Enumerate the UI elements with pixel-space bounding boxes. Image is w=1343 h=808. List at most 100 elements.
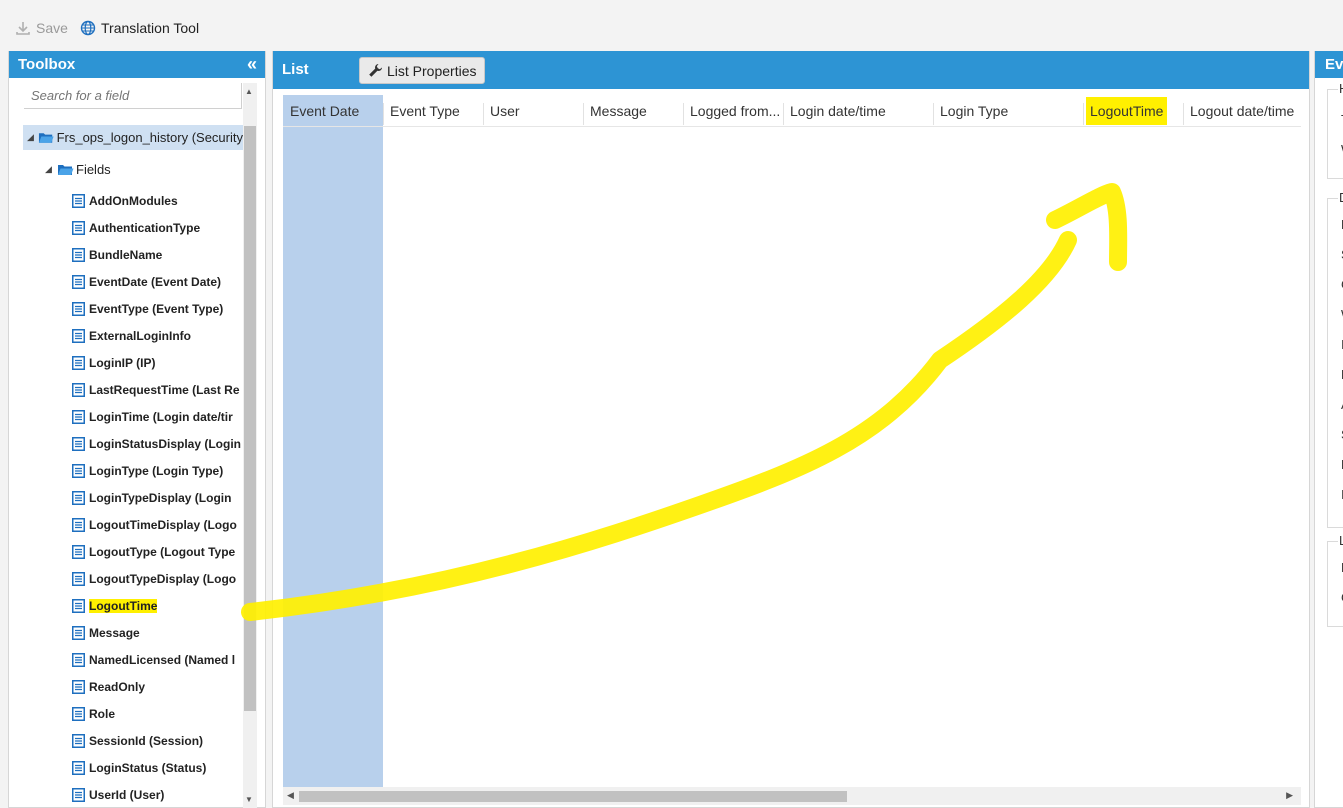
list-horizontal-scrollbar[interactable]: ◀ ▶: [283, 787, 1301, 805]
tree-field-item[interactable]: LastRequestTime (Last Re: [72, 379, 240, 401]
save-button[interactable]: Save: [15, 20, 68, 36]
tree-field-item[interactable]: UserId (User): [72, 784, 164, 806]
tree-field-item[interactable]: LoginTypeDisplay (Login: [72, 487, 231, 509]
column-separator[interactable]: [783, 103, 784, 125]
column-header[interactable]: Event Date: [283, 95, 383, 127]
folder-open-icon: [39, 133, 55, 143]
grid-column-header: Event Date Event Type User Message Logged fr…: [283, 95, 1301, 127]
tree-field-label: AuthenticationType: [89, 221, 201, 235]
list-panel: List List Properties Event Date Event Typ…: [272, 51, 1310, 808]
column-separator[interactable]: [933, 103, 934, 125]
field-document-icon: [72, 194, 85, 208]
column-separator[interactable]: [683, 103, 684, 125]
list-properties-label: List Properties: [387, 62, 477, 79]
column-header[interactable]: Logout date/time: [1183, 95, 1301, 127]
tree-field-item[interactable]: LogoutTime: [72, 595, 158, 617]
tree-field-item[interactable]: EventDate (Event Date): [72, 271, 221, 293]
column-header[interactable]: Login date/time: [783, 95, 933, 127]
fieldset-group-1: H TW: [1327, 81, 1343, 179]
column-header-label: LogoutTime: [1086, 97, 1168, 125]
tree-field-label: AddOnModules: [89, 194, 178, 208]
tree-root-node[interactable]: ◢ Frs_ops_logon_history (Security: [23, 125, 243, 150]
field-document-icon: [72, 302, 85, 316]
scrollbar-thumb[interactable]: [299, 791, 847, 802]
event-properties-panel: Ev H TW D FSGWIrHASRIr L HG: [1314, 51, 1343, 808]
tree-field-item[interactable]: LoginTime (Login date/tir: [72, 406, 233, 428]
tree-field-item[interactable]: SessionId (Session): [72, 730, 203, 752]
tree-field-item[interactable]: Role: [72, 703, 115, 725]
column-header-label: User: [490, 103, 520, 119]
field-document-icon: [72, 491, 85, 505]
tree-root-label: Frs_ops_logon_history (Security: [56, 130, 243, 145]
scroll-down-arrow-icon[interactable]: ▼: [245, 795, 253, 804]
tree-field-item[interactable]: ExternalLoginInfo: [72, 325, 191, 347]
column-header-label: Event Type: [390, 103, 460, 119]
field-document-icon: [72, 599, 85, 613]
top-toolbar: Save Translation Tool: [0, 0, 1343, 48]
scrollbar-thumb[interactable]: [244, 126, 256, 711]
tree-field-label: ExternalLoginInfo: [89, 329, 191, 343]
tree-field-item[interactable]: LogoutTimeDisplay (Logo: [72, 514, 237, 536]
expand-triangle-icon[interactable]: ◢: [27, 132, 36, 143]
list-properties-button[interactable]: List Properties: [359, 57, 486, 84]
translation-tool-button[interactable]: Translation Tool: [80, 20, 199, 36]
tree-field-item[interactable]: LogoutTypeDisplay (Logo: [72, 568, 236, 590]
fieldset-group-3: L HG: [1327, 533, 1343, 627]
tree-field-label: EventType (Event Type): [89, 302, 224, 316]
column-header[interactable]: Event Type: [383, 95, 483, 127]
tree-field-item[interactable]: BundleName: [72, 244, 162, 266]
field-document-icon: [72, 221, 85, 235]
folder-open-icon: [58, 164, 74, 175]
expand-triangle-icon[interactable]: ◢: [45, 164, 55, 175]
list-title: List: [282, 61, 309, 78]
column-separator[interactable]: [1083, 103, 1084, 125]
column-header-label: Message: [590, 103, 647, 119]
field-document-icon: [72, 788, 85, 802]
column-separator[interactable]: [383, 103, 384, 125]
column-header[interactable]: Login Type: [933, 95, 1083, 127]
scroll-left-arrow-icon[interactable]: ◀: [287, 790, 294, 801]
toolbox-vertical-scrollbar[interactable]: ▲ ▼: [243, 83, 257, 808]
column-separator[interactable]: [483, 103, 484, 125]
tree-field-label: NamedLicensed (Named l: [89, 653, 236, 667]
column-separator[interactable]: [583, 103, 584, 125]
translation-tool-label: Translation Tool: [101, 20, 200, 36]
scroll-right-arrow-icon[interactable]: ▶: [1286, 790, 1293, 801]
tree-field-item[interactable]: LogoutType (Logout Type: [72, 541, 235, 563]
column-separator[interactable]: [1183, 103, 1184, 125]
scroll-up-arrow-icon[interactable]: ▲: [245, 87, 253, 96]
column-header-label: Login date/time: [790, 103, 886, 119]
column-header[interactable]: Message: [583, 95, 683, 127]
tree-field-item[interactable]: ReadOnly: [72, 676, 145, 698]
field-search-input[interactable]: [24, 83, 242, 109]
tree-field-label: LoginTypeDisplay (Login: [89, 491, 232, 505]
collapse-double-chevron-icon[interactable]: «: [247, 55, 257, 73]
field-document-icon: [72, 437, 85, 451]
tree-field-item[interactable]: LoginType (Login Type): [72, 460, 223, 482]
tree-field-label: LogoutTypeDisplay (Logo: [89, 572, 237, 586]
column-header[interactable]: LogoutTime: [1083, 95, 1183, 127]
tree-field-item[interactable]: LoginStatus (Status): [72, 757, 206, 779]
column-header[interactable]: Logged from...: [683, 95, 783, 127]
tree-field-item[interactable]: LoginIP (IP): [72, 352, 155, 374]
tree-field-label: Message: [89, 626, 140, 640]
tree-field-item[interactable]: NamedLicensed (Named l: [72, 649, 235, 671]
tree-field-label: BundleName: [89, 248, 163, 262]
tree-field-label: SessionId (Session): [89, 734, 204, 748]
tree-field-item[interactable]: AddOnModules: [72, 190, 178, 212]
tree-field-item[interactable]: EventType (Event Type): [72, 298, 223, 320]
tree-field-item[interactable]: LoginStatusDisplay (Login: [72, 433, 241, 455]
field-document-icon: [72, 356, 85, 370]
tree-fields-node[interactable]: ◢ Fields: [45, 157, 111, 181]
tree-field-item[interactable]: AuthenticationType: [72, 217, 200, 239]
tree-field-label: LoginIP (IP): [89, 356, 156, 370]
field-tree: ◢ Frs_ops_logon_history (Security ◢ Fiel…: [9, 121, 243, 808]
tree-field-label: LoginStatusDisplay (Login: [89, 437, 241, 451]
tree-field-label: LogoutTime: [89, 599, 158, 613]
tree-field-item[interactable]: Message: [72, 622, 140, 644]
column-header[interactable]: User: [483, 95, 583, 127]
field-document-icon: [72, 761, 85, 775]
column-header-label: Logout date/time: [1190, 103, 1295, 119]
field-document-icon: [72, 545, 85, 559]
tree-field-label: Role: [89, 707, 116, 721]
